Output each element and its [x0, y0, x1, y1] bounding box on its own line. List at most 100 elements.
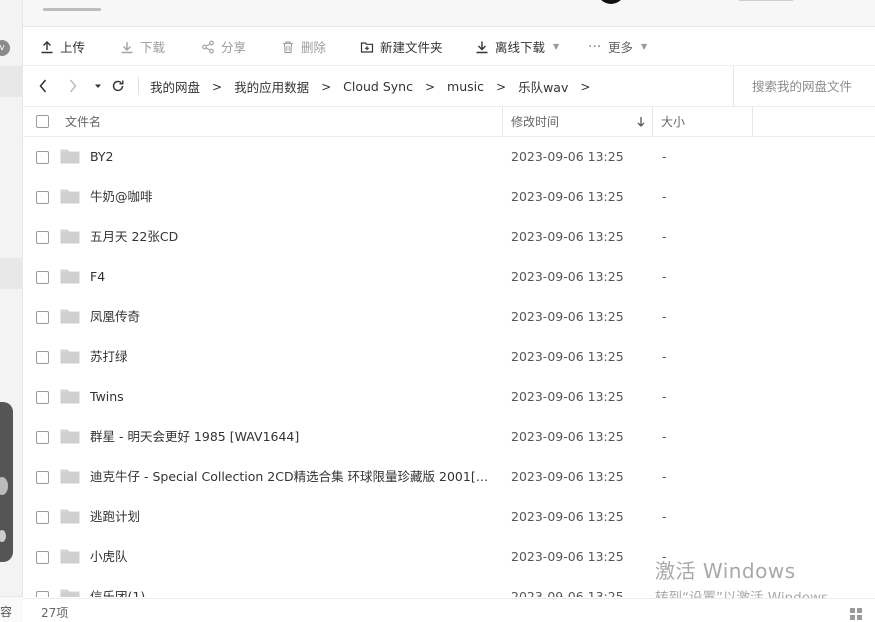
file-name[interactable]: 凤凰传奇 — [90, 297, 495, 337]
new-folder-button[interactable]: 新建文件夹 — [360, 27, 443, 66]
file-modified-time: 2023-09-06 13:25 — [511, 469, 624, 484]
table-row[interactable]: BY2 2023-09-06 13:25 - — [23, 137, 875, 177]
download-icon — [121, 41, 133, 53]
file-name[interactable]: BY2 — [90, 137, 495, 177]
download-button[interactable]: 下载 — [120, 27, 165, 66]
row-checkbox[interactable] — [36, 351, 49, 364]
row-checkbox[interactable] — [36, 591, 49, 597]
table-row[interactable]: 迪克牛仔 - Special Collection 2CD精选合集 环球限量珍藏… — [23, 457, 875, 497]
column-header-size[interactable]: 大小 — [661, 107, 685, 137]
file-name[interactable]: Twins — [90, 377, 495, 417]
breadcrumb-item[interactable]: music — [447, 79, 484, 94]
breadcrumb-item[interactable]: Cloud Sync — [343, 79, 413, 94]
file-list: BY2 2023-09-06 13:25 - 牛奶@咖啡 2023-09-06 13:2… — [23, 137, 875, 597]
file-size: - — [662, 509, 667, 524]
file-size: - — [662, 309, 667, 324]
upload-button[interactable]: 上传 — [40, 27, 85, 66]
file-size: - — [662, 189, 667, 204]
table-row[interactable]: 凤凰传奇 2023-09-06 13:25 - — [23, 297, 875, 337]
sidebar-item-active[interactable] — [0, 66, 23, 97]
file-name[interactable]: 苏打绿 — [90, 337, 495, 377]
breadcrumb: 我的网盘 > 我的应用数据 > Cloud Sync > music > 乐队w… — [150, 66, 602, 107]
folder-icon — [60, 469, 80, 484]
table-row[interactable]: 群星 - 明天会更好 1985 [WAV1644] 2023-09-06 13:2… — [23, 417, 875, 457]
chevron-down-icon[interactable]: ▼ — [641, 42, 647, 51]
file-name[interactable]: 五月天 22张CD — [90, 217, 495, 257]
table-row[interactable]: 牛奶@咖啡 2023-09-06 13:25 - — [23, 177, 875, 217]
file-modified-time: 2023-09-06 13:25 — [511, 309, 624, 324]
grid-view-icon[interactable] — [849, 607, 864, 621]
file-size: - — [662, 549, 667, 564]
column-divider[interactable] — [652, 107, 653, 137]
offline-download-button[interactable]: 离线下载 ▼ — [475, 27, 559, 66]
breadcrumb-item[interactable]: 我的应用数据 — [234, 77, 309, 96]
row-checkbox[interactable] — [36, 431, 49, 444]
table-row[interactable]: 五月天 22张CD 2023-09-06 13:25 - — [23, 217, 875, 257]
more-button[interactable]: ··· 更多 ▼ — [588, 27, 647, 66]
table-row[interactable]: 逃跑计划 2023-09-06 13:25 - — [23, 497, 875, 537]
breadcrumb-item-current[interactable]: 乐队wav — [518, 77, 568, 96]
delete-label: 删除 — [301, 40, 327, 55]
search-input[interactable] — [752, 79, 872, 94]
share-button[interactable]: 分享 — [201, 27, 246, 66]
item-count: 27项 — [41, 606, 69, 620]
row-checkbox[interactable] — [36, 151, 49, 164]
sidebar: v 容 — [0, 0, 23, 622]
refresh-icon[interactable] — [111, 78, 125, 94]
row-checkbox[interactable] — [36, 191, 49, 204]
column-divider[interactable] — [502, 107, 503, 137]
title-divider — [739, 0, 793, 1]
column-divider[interactable] — [752, 107, 753, 137]
file-name[interactable]: 群星 - 明天会更好 1985 [WAV1644] — [90, 417, 495, 457]
forward-icon[interactable] — [68, 78, 78, 94]
file-size: - — [662, 389, 667, 404]
trash-icon — [283, 40, 293, 53]
file-modified-time: 2023-09-06 13:25 — [511, 389, 624, 404]
file-size: - — [662, 149, 667, 164]
file-name[interactable]: F4 — [90, 257, 495, 297]
row-checkbox[interactable] — [36, 271, 49, 284]
file-modified-time: 2023-09-06 13:25 — [511, 149, 624, 164]
row-checkbox[interactable] — [36, 231, 49, 244]
avatar-badge[interactable]: v — [0, 40, 10, 56]
sidebar-footer-text: 容 — [0, 605, 13, 619]
share-icon — [202, 40, 214, 53]
folder-icon — [60, 349, 80, 364]
delete-button[interactable]: 删除 — [281, 27, 326, 66]
new-folder-label: 新建文件夹 — [380, 40, 443, 55]
table-row[interactable]: 小虎队 2023-09-06 13:25 - — [23, 537, 875, 577]
row-checkbox[interactable] — [36, 471, 49, 484]
share-label: 分享 — [221, 40, 247, 55]
select-all-checkbox[interactable] — [36, 115, 49, 128]
file-size: - — [662, 229, 667, 244]
file-size: - — [662, 349, 667, 364]
table-row[interactable]: F4 2023-09-06 13:25 - — [23, 257, 875, 297]
folder-icon — [60, 189, 80, 204]
file-modified-time: 2023-09-06 13:25 — [511, 589, 624, 597]
top-avatar-shape — [597, 0, 625, 4]
status-bar: 27项 — [23, 598, 875, 622]
back-icon[interactable] — [38, 78, 48, 94]
column-header-name[interactable]: 文件名 — [65, 107, 101, 137]
file-name[interactable]: 牛奶@咖啡 — [90, 177, 495, 217]
history-dropdown-icon[interactable] — [94, 78, 102, 94]
sidebar-promo-image — [0, 402, 13, 562]
sidebar-item-highlight[interactable] — [0, 258, 23, 289]
file-name[interactable]: 小虎队 — [90, 537, 495, 577]
column-header-modified[interactable]: 修改时间 — [511, 107, 559, 137]
table-row[interactable]: Twins 2023-09-06 13:25 - — [23, 377, 875, 417]
file-name[interactable]: 信乐团(1) — [90, 577, 495, 597]
file-name[interactable]: 迪克牛仔 - Special Collection 2CD精选合集 环球限量珍藏… — [90, 457, 495, 497]
download-label: 下载 — [140, 40, 166, 55]
row-checkbox[interactable] — [36, 511, 49, 524]
file-name[interactable]: 逃跑计划 — [90, 497, 495, 537]
row-checkbox[interactable] — [36, 551, 49, 564]
chevron-down-icon[interactable]: ▼ — [553, 42, 559, 51]
table-row[interactable]: 苏打绿 2023-09-06 13:25 - — [23, 337, 875, 377]
folder-icon — [60, 269, 80, 284]
row-checkbox[interactable] — [36, 391, 49, 404]
arrow-down-icon[interactable] — [637, 116, 645, 128]
table-row[interactable]: 信乐团(1) 2023-09-06 13:25 - — [23, 577, 875, 597]
breadcrumb-item[interactable]: 我的网盘 — [150, 77, 200, 96]
row-checkbox[interactable] — [36, 311, 49, 324]
